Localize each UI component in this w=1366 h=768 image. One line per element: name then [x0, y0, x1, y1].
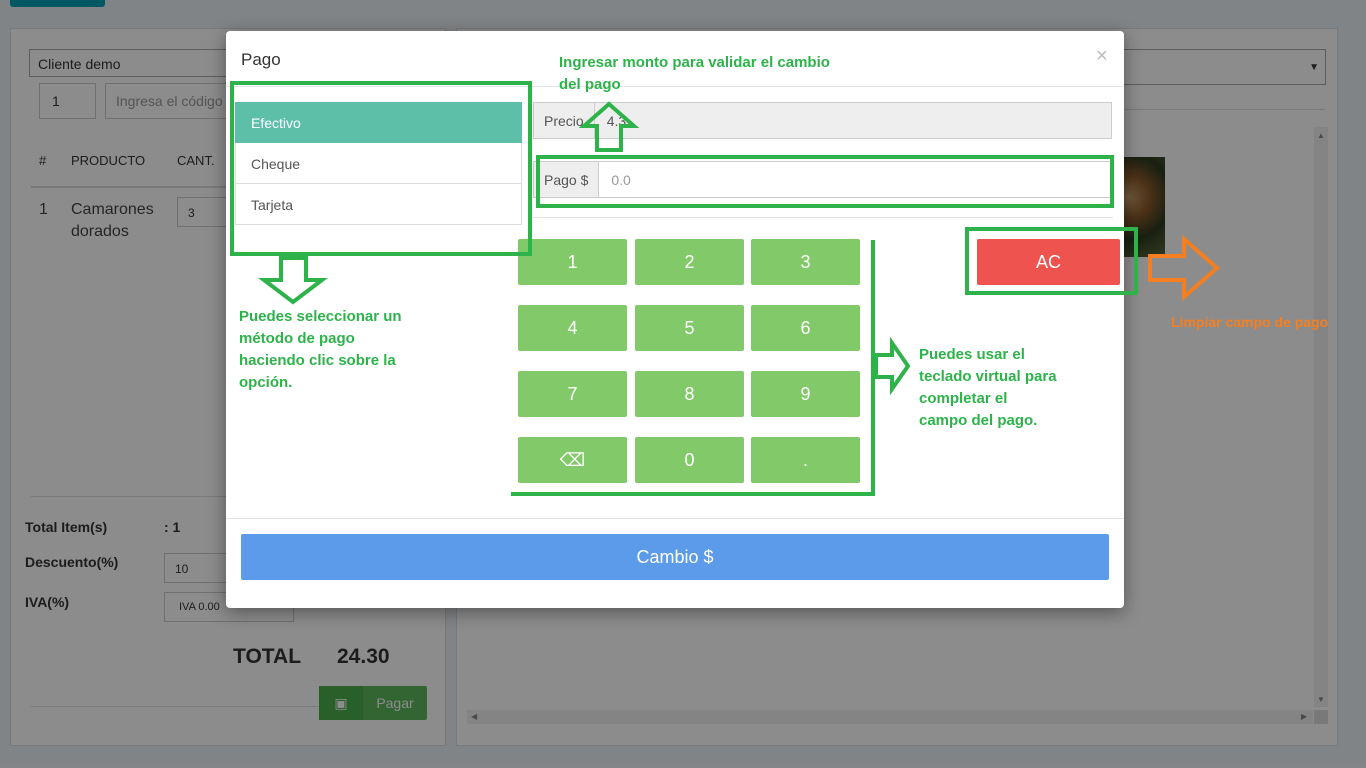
ac-note: Limpiar campo de pago [1171, 314, 1329, 330]
backspace-icon[interactable]: ⌫ [518, 437, 627, 483]
key-1[interactable]: 1 [518, 239, 627, 285]
close-icon[interactable]: × [1096, 45, 1108, 68]
modal-footer-divider [226, 518, 1124, 519]
change-button[interactable]: Cambio $ [241, 534, 1109, 580]
key-8[interactable]: 8 [635, 371, 744, 417]
price-label: Precio [534, 103, 595, 138]
modal-title: Pago [241, 50, 281, 69]
method-note-line1: Puedes seleccionar un [239, 308, 402, 325]
key-7[interactable]: 7 [518, 371, 627, 417]
keypad-note-line2: teclado virtual para [919, 368, 1057, 385]
key-6[interactable]: 6 [751, 305, 860, 351]
key-2[interactable]: 2 [635, 239, 744, 285]
method-note-line4: opción. [239, 374, 293, 391]
price-field: Precio 4.3 [533, 102, 1112, 139]
key-4[interactable]: 4 [518, 305, 627, 351]
method-note-line2: método de pago [239, 330, 355, 347]
key-dot[interactable]: . [751, 437, 860, 483]
key-9[interactable]: 9 [751, 371, 860, 417]
keypad-note-line1: Puedes usar el [919, 346, 1025, 363]
keypad-note-line4: campo del pago. [919, 412, 1038, 429]
ac-highlight-box [965, 227, 1138, 295]
payment-highlight-box [536, 155, 1114, 208]
key-0[interactable]: 0 [635, 437, 744, 483]
input-divider [533, 217, 1113, 218]
price-note-line1: Ingresar monto para validar el cambio [559, 54, 830, 71]
key-5[interactable]: 5 [635, 305, 744, 351]
keypad-note-line3: completar el [919, 390, 1008, 407]
price-note-line2: del pago [559, 76, 621, 93]
method-highlight-box [230, 81, 532, 256]
price-value: 4.3 [606, 113, 627, 129]
key-3[interactable]: 3 [751, 239, 860, 285]
method-note-line3: haciendo clic sobre la [239, 352, 396, 369]
